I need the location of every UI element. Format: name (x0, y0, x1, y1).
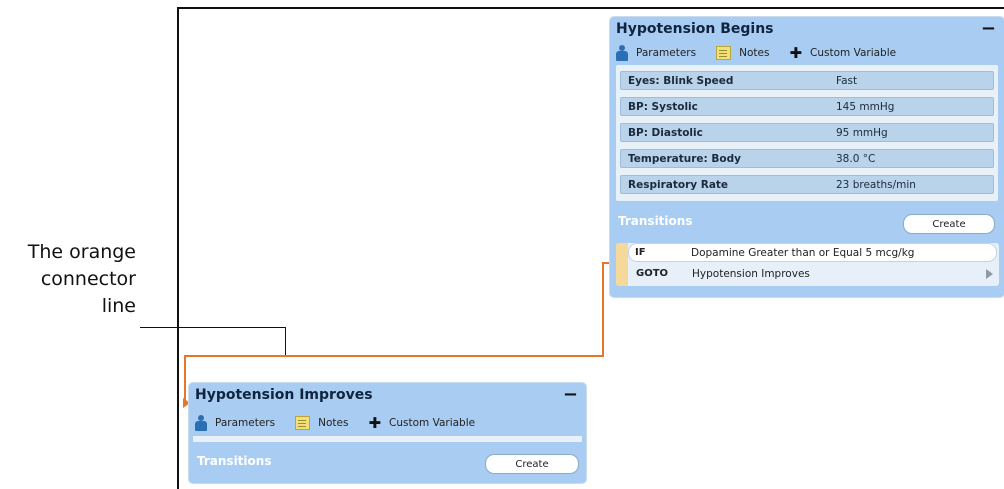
transitions-heading: Transitions (618, 214, 693, 228)
parameter-row[interactable]: Respiratory Rate 23 breaths/min (620, 175, 994, 194)
notes-button[interactable]: Notes (716, 46, 769, 60)
parameters-button[interactable]: Parameters (195, 415, 275, 431)
goto-keyword: GOTO (636, 268, 669, 279)
parameter-name: BP: Systolic (628, 100, 698, 113)
notes-label: Notes (739, 47, 770, 59)
panel-toolbar: Parameters Notes ✚ Custom Variable (616, 45, 916, 61)
collapse-icon[interactable]: − (981, 20, 996, 38)
parameter-name: Eyes: Blink Speed (628, 74, 734, 87)
parameters-button[interactable]: Parameters (616, 45, 696, 61)
notes-icon (295, 416, 311, 430)
parameters-list-empty (193, 436, 582, 442)
notes-label: Notes (318, 417, 349, 429)
parameter-name: Respiratory Rate (628, 178, 729, 191)
panel-toolbar: Parameters Notes ✚ Custom Variable (195, 415, 495, 431)
callout-pointer-horizontal (140, 327, 286, 328)
callout-pointer-vertical (285, 327, 286, 357)
notes-button[interactable]: Notes (295, 416, 348, 430)
custom-variable-button[interactable]: ✚ Custom Variable (789, 44, 897, 62)
callout-label: The orange connector line (0, 239, 136, 320)
create-transition-button[interactable]: Create (903, 214, 995, 234)
connector-segment-horizontal[interactable] (184, 355, 604, 357)
transition-goto-row[interactable]: GOTO Hypotension Improves (628, 265, 997, 284)
plus-icon: ✚ (789, 44, 803, 62)
parameter-row[interactable]: BP: Diastolic 95 mmHg (620, 123, 994, 142)
transition-condition-row[interactable]: IF Dopamine Greater than or Equal 5 mcg/… (628, 243, 997, 262)
parameter-value[interactable]: 23 breaths/min (836, 179, 916, 191)
canvas-border-top (178, 7, 1004, 9)
transition-card[interactable]: IF Dopamine Greater than or Equal 5 mcg/… (616, 243, 999, 286)
transitions-heading: Transitions (197, 454, 272, 468)
transition-target[interactable]: Hypotension Improves (692, 268, 810, 280)
callout-line-2: connector (40, 268, 136, 290)
parameter-row[interactable]: BP: Systolic 145 mmHg (620, 97, 994, 116)
parameters-label: Parameters (215, 417, 276, 429)
callout-line-1: The orange (27, 241, 136, 263)
create-transition-button[interactable]: Create (485, 454, 579, 474)
parameter-value[interactable]: 38.0 °C (836, 153, 875, 165)
parameter-value[interactable]: Fast (836, 75, 857, 87)
parameter-value[interactable]: 95 mmHg (836, 127, 888, 139)
parameter-name: BP: Diastolic (628, 126, 703, 139)
parameter-value[interactable]: 145 mmHg (836, 101, 894, 113)
panel-title[interactable]: Hypotension Begins (616, 21, 774, 37)
parameter-row[interactable]: Eyes: Blink Speed Fast (620, 71, 994, 90)
custom-variable-label: Custom Variable (810, 47, 897, 59)
transition-drag-handle[interactable] (616, 243, 628, 286)
notes-icon (716, 46, 732, 60)
play-icon[interactable] (986, 269, 993, 279)
parameter-name: Temperature: Body (628, 152, 741, 165)
state-panel-hypotension-improves[interactable]: Hypotension Improves − Parameters Notes … (189, 383, 586, 483)
parameters-list: Eyes: Blink Speed Fast BP: Systolic 145 … (616, 65, 998, 201)
collapse-icon[interactable]: − (563, 386, 578, 404)
custom-variable-label: Custom Variable (389, 417, 476, 429)
connector-segment-vertical-left[interactable] (184, 355, 186, 403)
state-panel-hypotension-begins[interactable]: Hypotension Begins − Parameters Notes ✚ … (610, 17, 1004, 297)
if-keyword: IF (635, 247, 646, 258)
parameters-label: Parameters (636, 47, 697, 59)
plus-icon: ✚ (368, 414, 382, 432)
transition-condition[interactable]: Dopamine Greater than or Equal 5 mcg/kg (691, 247, 914, 259)
person-icon (195, 415, 207, 431)
person-icon (616, 45, 628, 61)
custom-variable-button[interactable]: ✚ Custom Variable (368, 414, 476, 432)
connector-segment-vertical-right[interactable] (602, 262, 604, 356)
callout-line-3: line (101, 295, 136, 317)
canvas-border-left (177, 7, 179, 489)
panel-title[interactable]: Hypotension Improves (195, 387, 373, 403)
parameter-row[interactable]: Temperature: Body 38.0 °C (620, 149, 994, 168)
